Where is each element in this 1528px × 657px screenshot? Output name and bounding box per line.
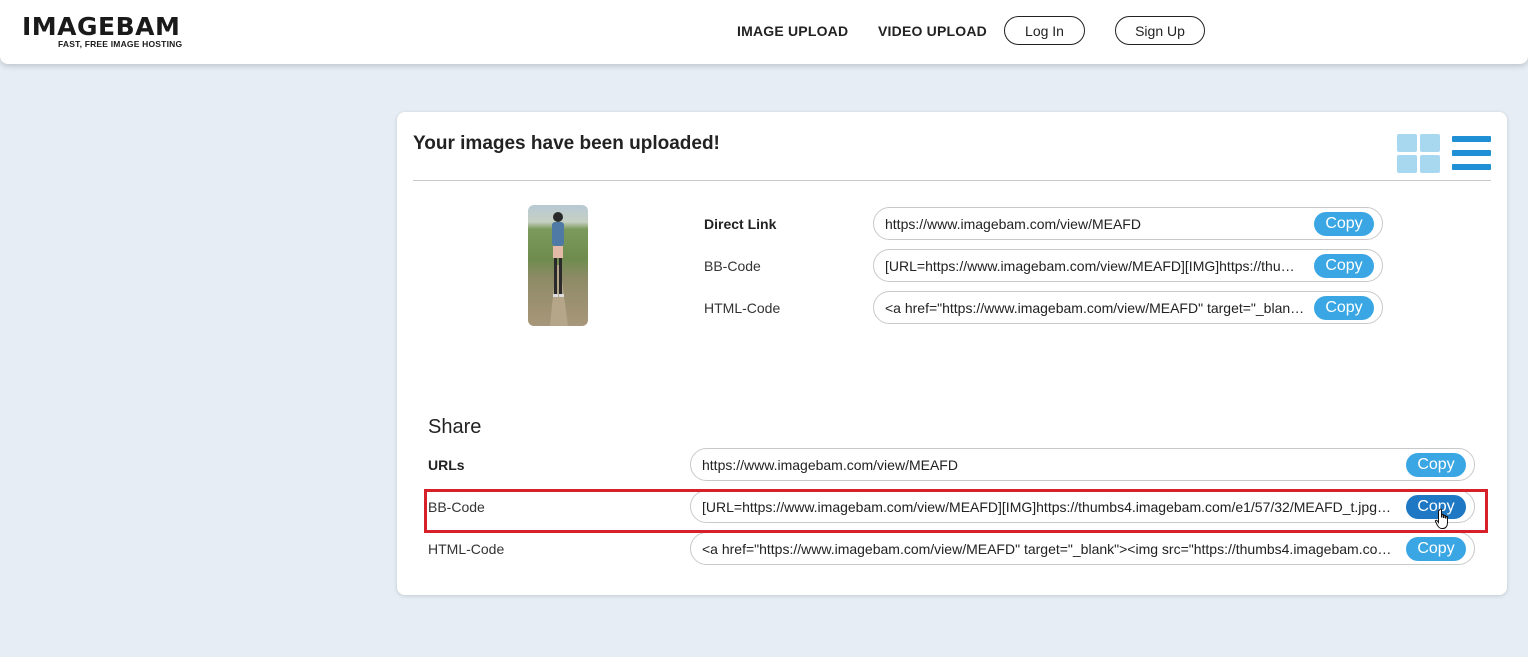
share-urls-field[interactable]: https://www.imagebam.com/view/MEAFD Copy bbox=[690, 448, 1475, 481]
share-urls-value[interactable]: https://www.imagebam.com/view/MEAFD bbox=[702, 457, 1392, 473]
direct-link-label: Direct Link bbox=[704, 216, 777, 232]
share-title: Share bbox=[428, 416, 482, 438]
page-title: Your images have been uploaded! bbox=[413, 133, 720, 154]
html-code-value[interactable]: <a href="https://www.imagebam.com/view/M… bbox=[885, 300, 1305, 316]
bb-code-label: BB-Code bbox=[704, 258, 761, 274]
share-html-code-value[interactable]: <a href="https://www.imagebam.com/view/M… bbox=[702, 541, 1392, 557]
direct-link-value[interactable]: https://www.imagebam.com/view/MEAFD bbox=[885, 216, 1305, 232]
nav-video-upload[interactable]: VIDEO UPLOAD bbox=[878, 23, 987, 39]
share-html-code-copy-button[interactable]: Copy bbox=[1406, 537, 1466, 561]
logo-tagline: FAST, FREE IMAGE HOSTING bbox=[58, 39, 183, 49]
direct-link-field[interactable]: https://www.imagebam.com/view/MEAFD Copy bbox=[873, 207, 1383, 240]
uploaded-image-thumbnail[interactable] bbox=[528, 205, 588, 326]
share-bb-code-label: BB-Code bbox=[428, 499, 485, 515]
divider bbox=[413, 180, 1491, 181]
share-html-code-label: HTML-Code bbox=[428, 541, 505, 557]
bb-code-value[interactable]: [URL=https://www.imagebam.com/view/MEAFD… bbox=[885, 258, 1305, 274]
bb-code-copy-button[interactable]: Copy bbox=[1314, 254, 1374, 278]
share-bb-code-field[interactable]: [URL=https://www.imagebam.com/view/MEAFD… bbox=[690, 490, 1475, 523]
share-bb-code-value[interactable]: [URL=https://www.imagebam.com/view/MEAFD… bbox=[702, 499, 1392, 515]
imagebam-logo[interactable]: IMAGEBAM FAST, FREE IMAGE HOSTING bbox=[22, 14, 182, 49]
nav-image-upload[interactable]: IMAGE UPLOAD bbox=[737, 23, 848, 39]
bb-code-field[interactable]: [URL=https://www.imagebam.com/view/MEAFD… bbox=[873, 249, 1383, 282]
share-html-code-field[interactable]: <a href="https://www.imagebam.com/view/M… bbox=[690, 532, 1475, 565]
html-code-copy-button[interactable]: Copy bbox=[1314, 296, 1374, 320]
direct-link-copy-button[interactable]: Copy bbox=[1314, 212, 1374, 236]
list-view-icon[interactable] bbox=[1452, 136, 1491, 171]
signup-button[interactable]: Sign Up bbox=[1115, 16, 1205, 45]
hand-cursor-icon bbox=[1434, 508, 1448, 529]
top-header: IMAGEBAM FAST, FREE IMAGE HOSTING IMAGE … bbox=[0, 0, 1528, 64]
share-urls-copy-button[interactable]: Copy bbox=[1406, 453, 1466, 477]
login-button[interactable]: Log In bbox=[1004, 16, 1085, 45]
share-urls-label: URLs bbox=[428, 457, 465, 473]
grid-view-icon[interactable] bbox=[1397, 134, 1441, 173]
html-code-label: HTML-Code bbox=[704, 300, 781, 316]
upload-result-card: Your images have been uploaded! Direct L… bbox=[397, 112, 1507, 595]
html-code-field[interactable]: <a href="https://www.imagebam.com/view/M… bbox=[873, 291, 1383, 324]
logo-title: IMAGEBAM bbox=[22, 12, 181, 41]
